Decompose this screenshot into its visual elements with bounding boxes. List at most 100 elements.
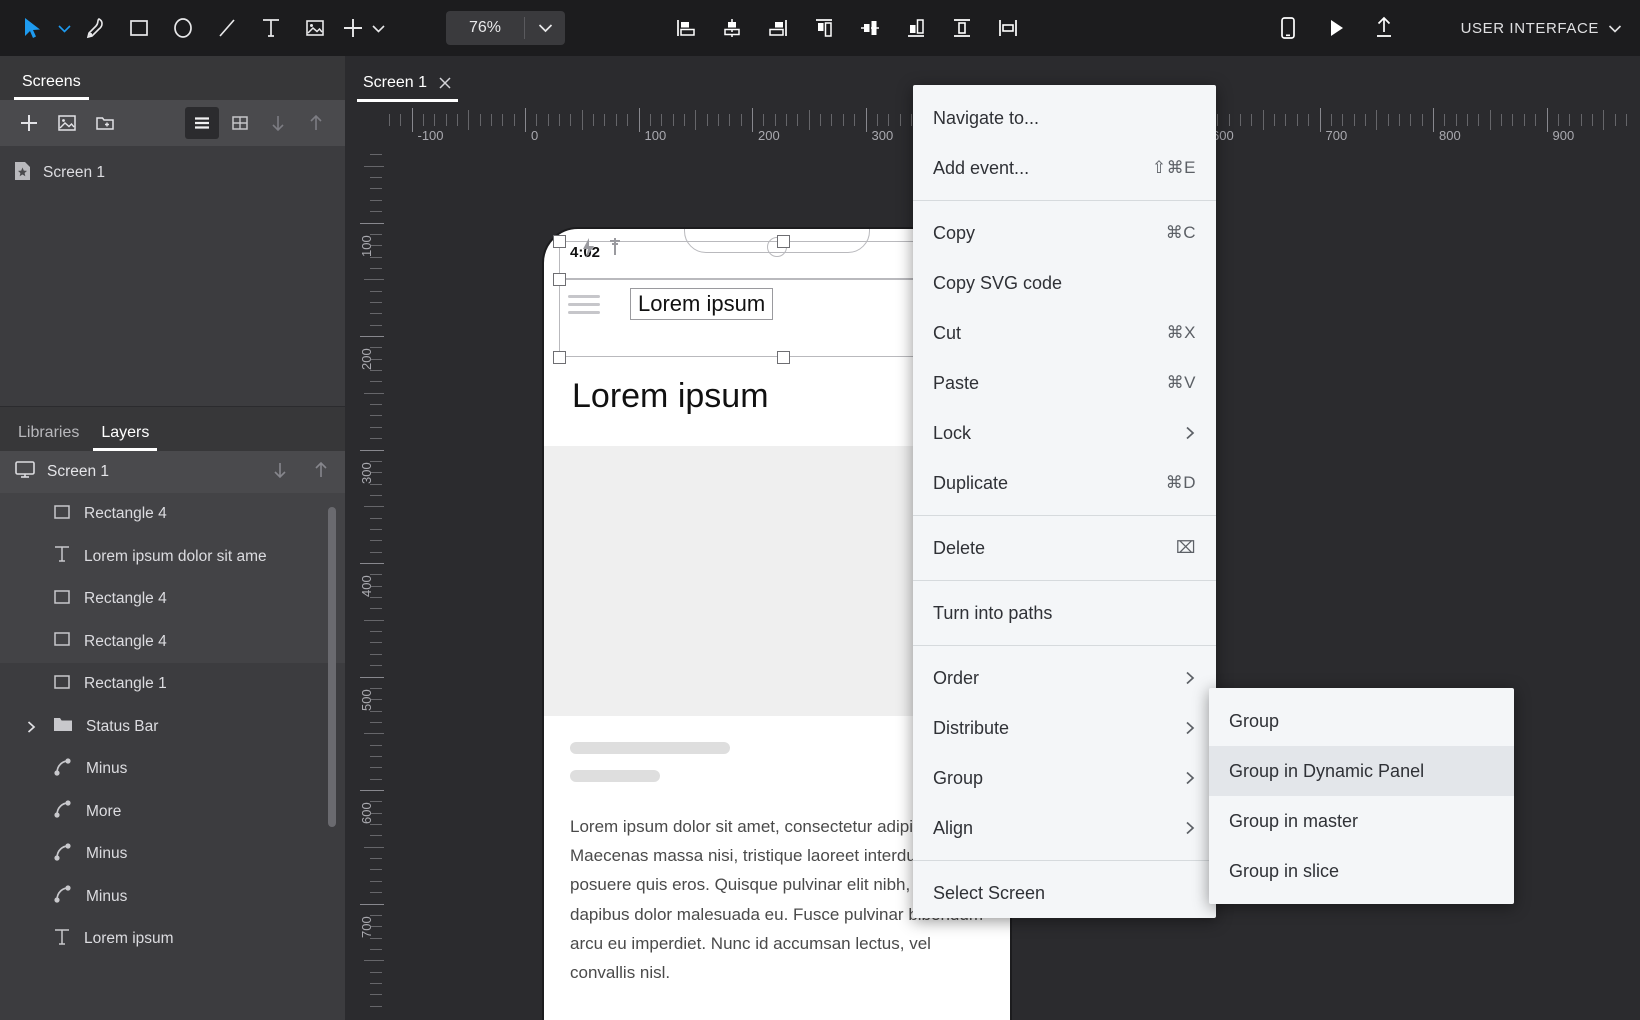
chevron-right-icon[interactable] [22, 720, 40, 734]
layer-row[interactable]: Rectangle 4 [0, 578, 345, 621]
add-tool-caret-icon[interactable] [370, 7, 386, 49]
move-up-button[interactable] [299, 107, 333, 139]
layer-row[interactable]: Lorem ipsum dolor sit ame [0, 536, 345, 579]
context-menu-item[interactable]: Align [913, 803, 1216, 853]
context-menu-item[interactable]: Cut⌘X [913, 308, 1216, 358]
ruler-tick [360, 904, 384, 905]
context-menu-item[interactable]: Copy SVG code [913, 258, 1216, 308]
submenu-item[interactable]: Group [1209, 696, 1514, 746]
align-right-button[interactable] [757, 7, 799, 49]
add-screen-button[interactable] [12, 107, 46, 139]
layer-row[interactable]: Minus [0, 876, 345, 919]
align-top-button[interactable] [803, 7, 845, 49]
distribute-horizontal-button[interactable] [987, 7, 1029, 49]
context-menu-item[interactable]: Turn into paths [913, 588, 1216, 638]
layer-row[interactable]: More [0, 791, 345, 834]
skeleton-line-long [570, 742, 730, 754]
selection-handle-bl[interactable] [553, 351, 566, 364]
zoom-value[interactable]: 76% [446, 11, 524, 45]
screen-list-item[interactable]: Screen 1 [0, 156, 345, 190]
ruler-tick [468, 110, 469, 130]
context-menu-item[interactable]: Order [913, 653, 1216, 703]
layers-scrollbar[interactable] [328, 507, 336, 827]
select-tool-caret-icon[interactable] [56, 7, 72, 49]
ruler-tick [370, 268, 382, 269]
context-menu-item[interactable]: Delete⌧ [913, 523, 1216, 573]
layer-row[interactable]: Rectangle 4 [0, 621, 345, 664]
layers-header[interactable]: Screen 1 [0, 451, 345, 493]
submenu-item[interactable]: Group in master [1209, 796, 1514, 846]
move-down-button[interactable] [261, 107, 295, 139]
context-menu-item[interactable]: Add event...⇧⌘E [913, 143, 1216, 193]
selection-handle-tl[interactable] [553, 235, 566, 248]
select-tool[interactable] [12, 7, 54, 49]
ui-mode-selector[interactable]: USER INTERFACE [1461, 20, 1622, 37]
mockup-nav-title[interactable]: Lorem ipsum [630, 288, 773, 320]
ellipse-tool[interactable] [162, 7, 204, 49]
ruler-tick [434, 114, 435, 126]
layer-row[interactable]: Rectangle 1 [0, 663, 345, 706]
context-menu-item[interactable]: Navigate to... [913, 93, 1216, 143]
image-tool[interactable] [294, 7, 336, 49]
zoom-control[interactable]: 76% [446, 11, 565, 45]
layer-row[interactable]: Lorem ipsum [0, 918, 345, 961]
ruler-tick [370, 200, 382, 201]
rectangle-tool[interactable] [118, 7, 160, 49]
add-folder-button[interactable] [88, 107, 122, 139]
ruler-tick [370, 313, 382, 314]
selection-handle-tc[interactable] [777, 235, 790, 248]
context-menu[interactable]: Navigate to...Add event...⇧⌘E Copy⌘CCopy … [913, 85, 1216, 918]
distribute-vertical-button[interactable] [941, 7, 983, 49]
close-x-icon[interactable] [438, 76, 452, 90]
layer-row[interactable]: Minus [0, 748, 345, 791]
tab-layers[interactable]: Layers [93, 424, 157, 451]
selection-handle-bc[interactable] [777, 351, 790, 364]
context-menu-item[interactable]: Select Screen [913, 868, 1216, 918]
ruler-tick [360, 790, 384, 791]
align-left-button[interactable] [665, 7, 707, 49]
context-menu-item[interactable]: Duplicate⌘D [913, 458, 1216, 508]
start-screen-icon [14, 161, 31, 186]
context-menu-item[interactable]: Group [913, 753, 1216, 803]
group-submenu[interactable]: GroupGroup in Dynamic PanelGroup in mast… [1209, 688, 1514, 904]
text-tool[interactable] [250, 7, 292, 49]
ruler-tick [370, 529, 382, 530]
context-menu-item-label: Paste [933, 373, 979, 394]
context-menu-item[interactable]: Copy⌘C [913, 208, 1216, 258]
ruler-tick [370, 245, 382, 246]
align-center-horizontal-button[interactable] [711, 7, 753, 49]
grid-view-button[interactable] [223, 107, 257, 139]
layer-move-down-button[interactable] [270, 459, 290, 486]
align-bottom-button[interactable] [895, 7, 937, 49]
submenu-item[interactable]: Group in Dynamic Panel [1209, 746, 1514, 796]
export-upload-button[interactable] [1363, 7, 1405, 49]
ruler-tick [1626, 114, 1627, 126]
add-image-screen-button[interactable] [50, 107, 84, 139]
play-preview-button[interactable] [1315, 7, 1357, 49]
chevron-down-icon[interactable] [525, 11, 565, 45]
layer-row[interactable]: Rectangle 4 [0, 493, 345, 536]
ruler-tick [370, 586, 382, 587]
pen-tool[interactable] [74, 7, 116, 49]
tab-libraries[interactable]: Libraries [10, 424, 87, 451]
add-tool[interactable] [338, 7, 368, 49]
align-middle-vertical-button[interactable] [849, 7, 891, 49]
layer-row[interactable]: Minus [0, 833, 345, 876]
device-preview-button[interactable] [1267, 7, 1309, 49]
layer-row-label: Rectangle 1 [84, 675, 167, 693]
tab-screens[interactable]: Screens [14, 73, 89, 100]
selection-handle-ml[interactable] [553, 273, 566, 286]
ruler-tick [370, 938, 382, 939]
document-tab-screen-1[interactable]: Screen 1 [357, 74, 458, 102]
layer-row[interactable]: Status Bar [0, 706, 345, 749]
submenu-item[interactable]: Group in slice [1209, 846, 1514, 896]
layer-move-up-button[interactable] [311, 459, 331, 486]
list-view-button[interactable] [185, 107, 219, 139]
context-menu-item[interactable]: Paste⌘V [913, 358, 1216, 408]
hamburger-menu-icon[interactable] [568, 295, 600, 314]
vertical-ruler[interactable]: 100200300400500600700 [345, 149, 392, 1020]
context-menu-item[interactable]: Distribute [913, 703, 1216, 753]
context-menu-item[interactable]: Lock [913, 408, 1216, 458]
pin-marker-icon [606, 235, 624, 264]
line-tool[interactable] [206, 7, 248, 49]
